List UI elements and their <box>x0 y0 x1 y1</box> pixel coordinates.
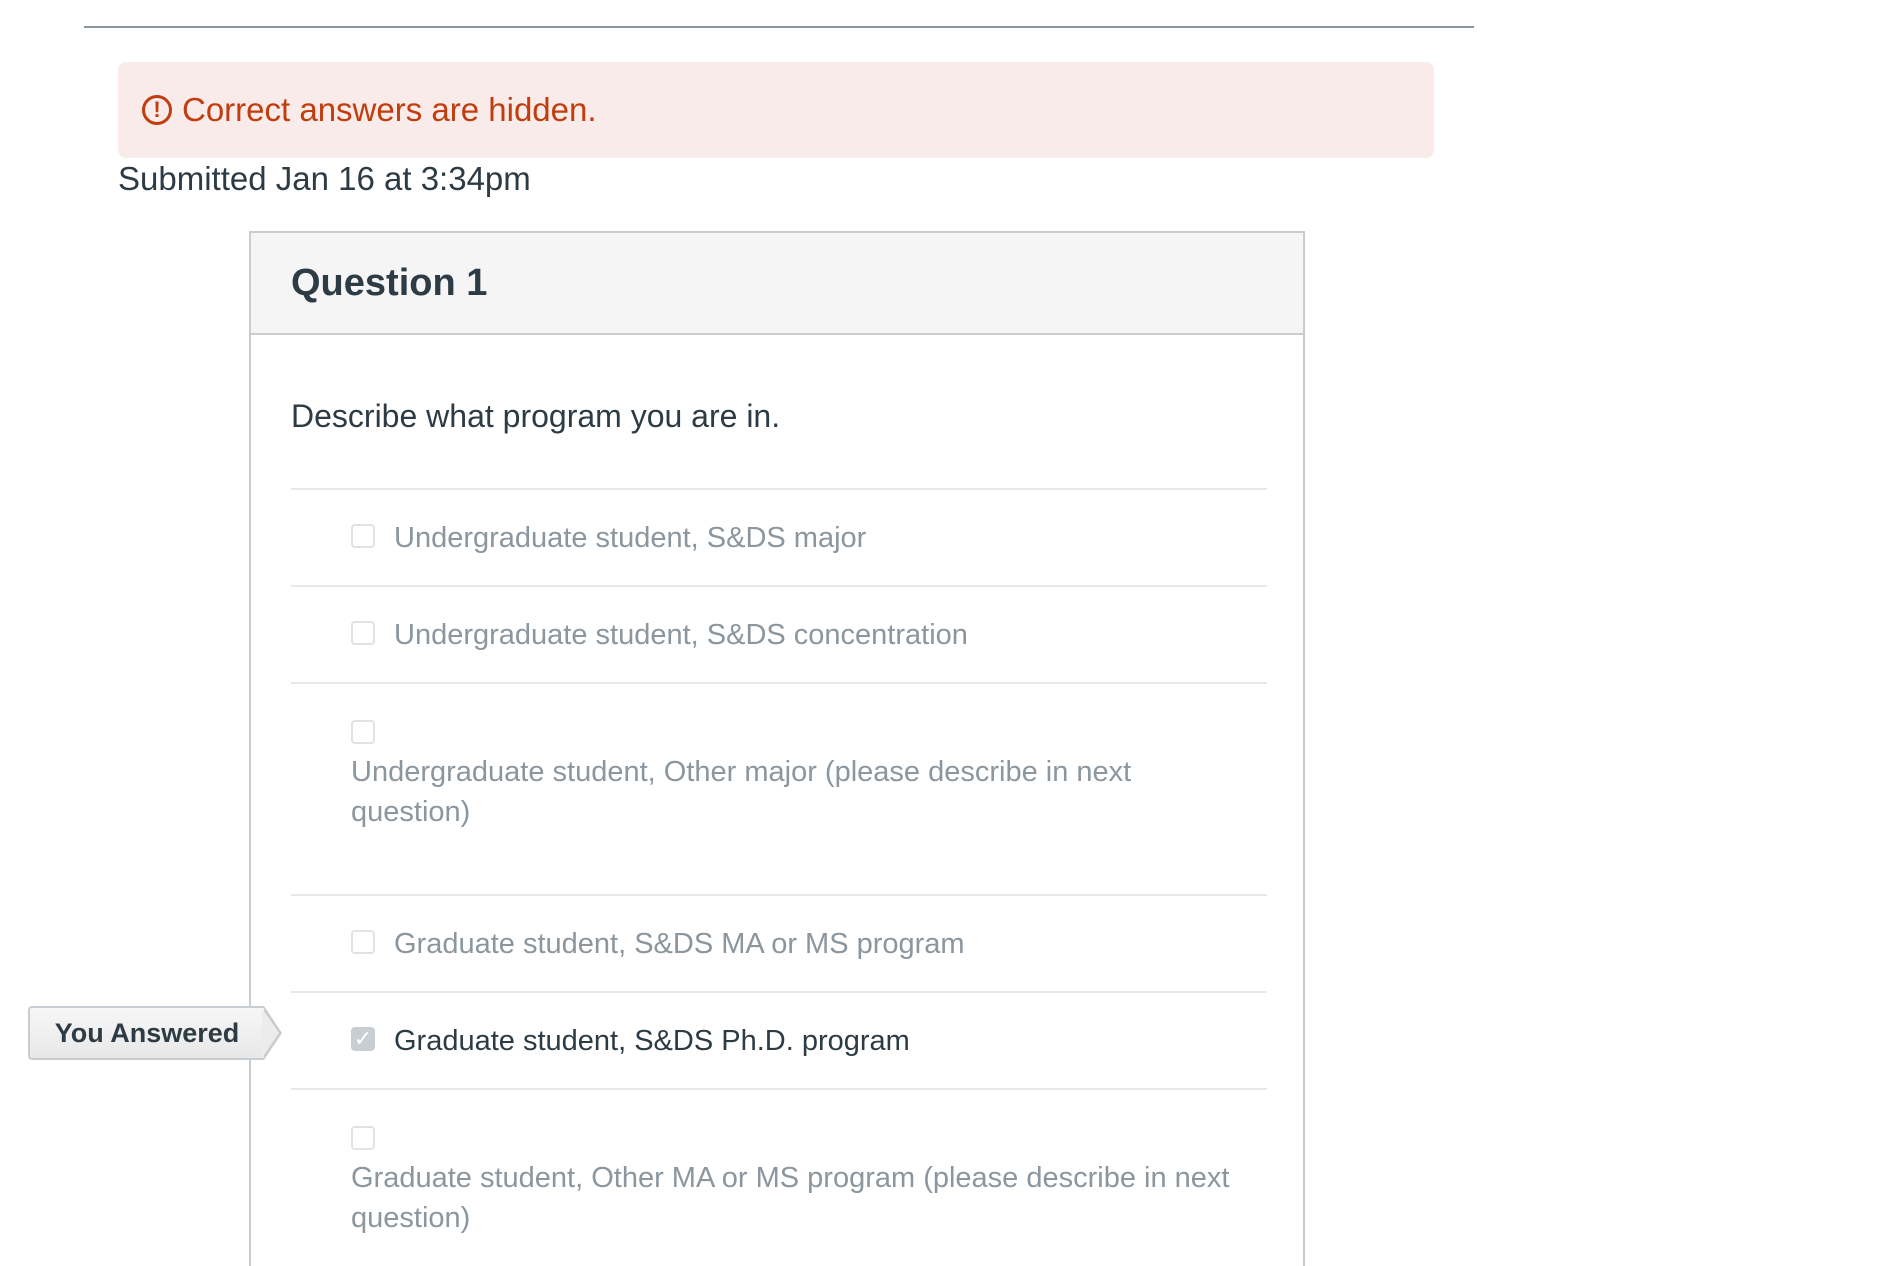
answer-label: Graduate student, S&DS Ph.D. program <box>394 1025 910 1057</box>
checkmark-icon: ✓ <box>353 1026 373 1051</box>
answer-option: Graduate student, Other MA or MS program… <box>291 1088 1267 1266</box>
submitted-timestamp: Submitted Jan 16 at 3:34pm <box>118 160 531 197</box>
answer-option: Graduate student, S&DS MA or MS program <box>291 894 1267 991</box>
answer-option-selected: ✓ Graduate student, S&DS Ph.D. program <box>291 991 1267 1088</box>
divider <box>84 26 1474 28</box>
answer-label: Undergraduate student, Other major (plea… <box>351 756 1132 828</box>
answer-label: Graduate student, S&DS MA or MS program <box>394 928 965 960</box>
answer-label: Graduate student, Other MA or MS program… <box>351 1162 1230 1234</box>
checkbox[interactable] <box>351 524 375 548</box>
answer-option: Undergraduate student, S&DS major <box>291 488 1267 585</box>
checkbox[interactable] <box>351 621 375 645</box>
checkbox[interactable] <box>351 1126 375 1150</box>
answer-option: Undergraduate student, Other major (plea… <box>291 682 1267 894</box>
answer-label: Undergraduate student, S&DS concentratio… <box>394 619 968 651</box>
question-card: Question 1 Describe what program you are… <box>249 231 1305 1266</box>
correct-answers-hidden-alert: ! Correct answers are hidden. <box>118 62 1434 158</box>
arrow-icon <box>262 1006 282 1060</box>
checkbox-checked[interactable]: ✓ <box>351 1027 375 1051</box>
you-answered-label: You Answered <box>28 1006 264 1060</box>
question-header: Question 1 <box>251 233 1303 335</box>
alert-text: Correct answers are hidden. <box>182 91 597 128</box>
answer-label: Undergraduate student, S&DS major <box>394 522 867 554</box>
you-answered-marker: You Answered <box>28 1006 282 1060</box>
question-text: Describe what program you are in. <box>291 398 781 434</box>
checkbox[interactable] <box>351 720 375 744</box>
answer-option: Undergraduate student, S&DS concentratio… <box>291 585 1267 682</box>
answer-list: Undergraduate student, S&DS major Underg… <box>291 488 1267 1266</box>
exclamation-circle-icon: ! <box>142 95 172 125</box>
quiz-results-page: ! Correct answers are hidden. Submitted … <box>0 0 1890 1266</box>
question-title: Question 1 <box>291 261 488 304</box>
checkbox[interactable] <box>351 930 375 954</box>
